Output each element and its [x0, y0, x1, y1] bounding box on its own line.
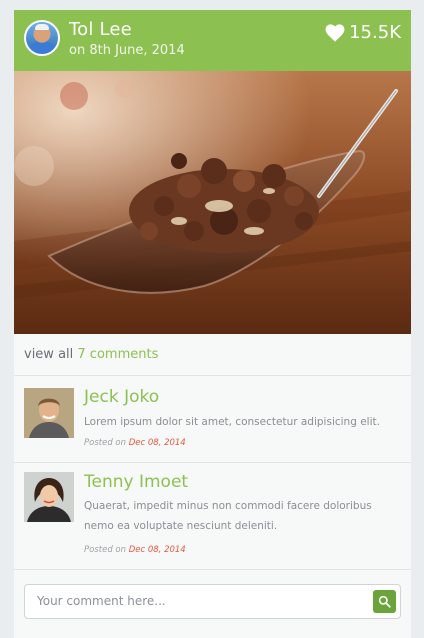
commenter-avatar[interactable] — [24, 388, 74, 438]
comment-item: Jeck Joko Lorem ipsum dolor sit amet, co… — [14, 376, 411, 463]
posted-on-label: Posted on — [84, 545, 127, 555]
comment-meta: Posted on Dec 08, 2014 — [84, 438, 186, 448]
view-all-comments: view all 7 comments — [14, 334, 411, 376]
commenter-name[interactable]: Jeck Joko — [84, 387, 159, 407]
comment-composer — [24, 584, 401, 619]
view-comments-link[interactable]: 7 comments — [77, 347, 158, 362]
view-all-prefix: view all — [24, 347, 74, 362]
like-count: 15.5K — [349, 22, 401, 43]
comment-text: Lorem ipsum dolor sit amet, consectetur … — [84, 416, 380, 428]
comment-item: Tenny Imoet Quaerat, impedit minus non c… — [14, 462, 411, 570]
like-button[interactable]: 15.5K — [325, 22, 401, 43]
comment-input[interactable] — [37, 594, 357, 608]
post-photo[interactable] — [14, 71, 411, 334]
commenter-name[interactable]: Tenny Imoet — [84, 472, 188, 492]
comment-meta: Posted on Dec 08, 2014 — [84, 545, 186, 555]
send-comment-button[interactable] — [373, 590, 396, 613]
heart-icon — [325, 23, 345, 42]
comment-text: Quaerat, impedit minus non commodi facer… — [84, 500, 372, 532]
comment-date: Dec 08, 2014 — [128, 438, 186, 448]
author-avatar[interactable] — [24, 20, 60, 56]
author-name[interactable]: Tol Lee — [69, 19, 132, 40]
commenter-avatar[interactable] — [24, 472, 74, 522]
post-date: on 8th June, 2014 — [69, 43, 185, 58]
posted-on-label: Posted on — [84, 438, 127, 448]
granola-bowl-image — [14, 71, 411, 334]
post-header: Tol Lee on 8th June, 2014 15.5K — [14, 10, 411, 71]
search-icon — [378, 595, 391, 608]
post-card: Tol Lee on 8th June, 2014 15.5K view all… — [14, 10, 411, 638]
comment-date: Dec 08, 2014 — [128, 545, 186, 555]
